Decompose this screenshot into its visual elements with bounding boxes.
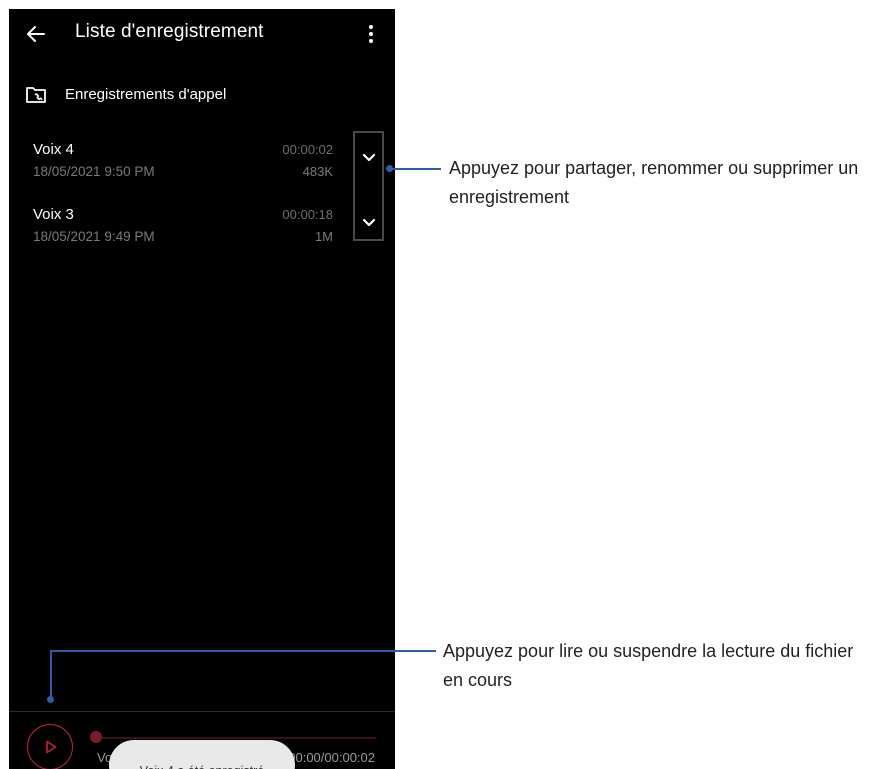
callout-play: Appuyez pour lire ou suspendre la lectur… [443,637,886,695]
callout-line-play-vertical [50,650,52,699]
play-pause-button[interactable] [27,724,73,769]
seek-track[interactable] [96,737,376,739]
saved-toast: Voix 4 a été enregistré [109,740,295,769]
recording-date: 18/05/2021 9:50 PM [33,164,155,179]
expand-buttons-highlight [353,131,384,241]
phone-screen: Liste d'enregistrement Enregistrements d… [9,9,395,769]
recording-duration: 00:00:02 [282,142,333,157]
recording-item[interactable]: Voix 4 18/05/2021 9:50 PM 00:00:02 483K [9,137,395,193]
app-bar: Liste d'enregistrement [9,9,395,59]
recording-name: Voix 3 [33,206,74,223]
call-folder-icon [26,87,46,103]
recording-duration: 00:00:18 [282,207,333,222]
back-button[interactable] [23,21,49,47]
callout-play-line1: Appuyez pour lire ou suspendre la lectur… [443,641,854,661]
callout-line-play-horizontal [50,650,436,652]
folder-label: Enregistrements d'appel [65,86,227,103]
recording-name: Voix 4 [33,141,74,158]
more-vertical-icon [369,25,373,43]
callout-line-expand [389,168,441,170]
callout-expand-line2: enregistrement [449,187,570,207]
callout-expand-line1: Appuyez pour partager, renommer ou suppr… [449,158,859,178]
recording-size: 483K [302,164,333,179]
callout-expand: Appuyez pour partager, renommer ou suppr… [449,154,886,212]
callout-play-line2: en cours [443,670,513,690]
arrow-left-icon [27,26,45,42]
seek-handle[interactable] [90,731,102,743]
playback-bar: Voix 4 00:00:00/00:00:02 Voix 4 a été en… [9,711,395,769]
play-icon [46,740,57,754]
call-recordings-folder[interactable]: Enregistrements d'appel [9,79,395,113]
recording-size: 1M [314,229,333,244]
manual-figure: Liste d'enregistrement Enregistrements d… [0,0,886,769]
overflow-menu-button[interactable] [359,22,383,46]
page-title: Liste d'enregistrement [75,21,264,42]
recording-item[interactable]: Voix 3 18/05/2021 9:49 PM 00:00:18 1M [9,202,395,258]
recording-date: 18/05/2021 9:49 PM [33,229,155,244]
